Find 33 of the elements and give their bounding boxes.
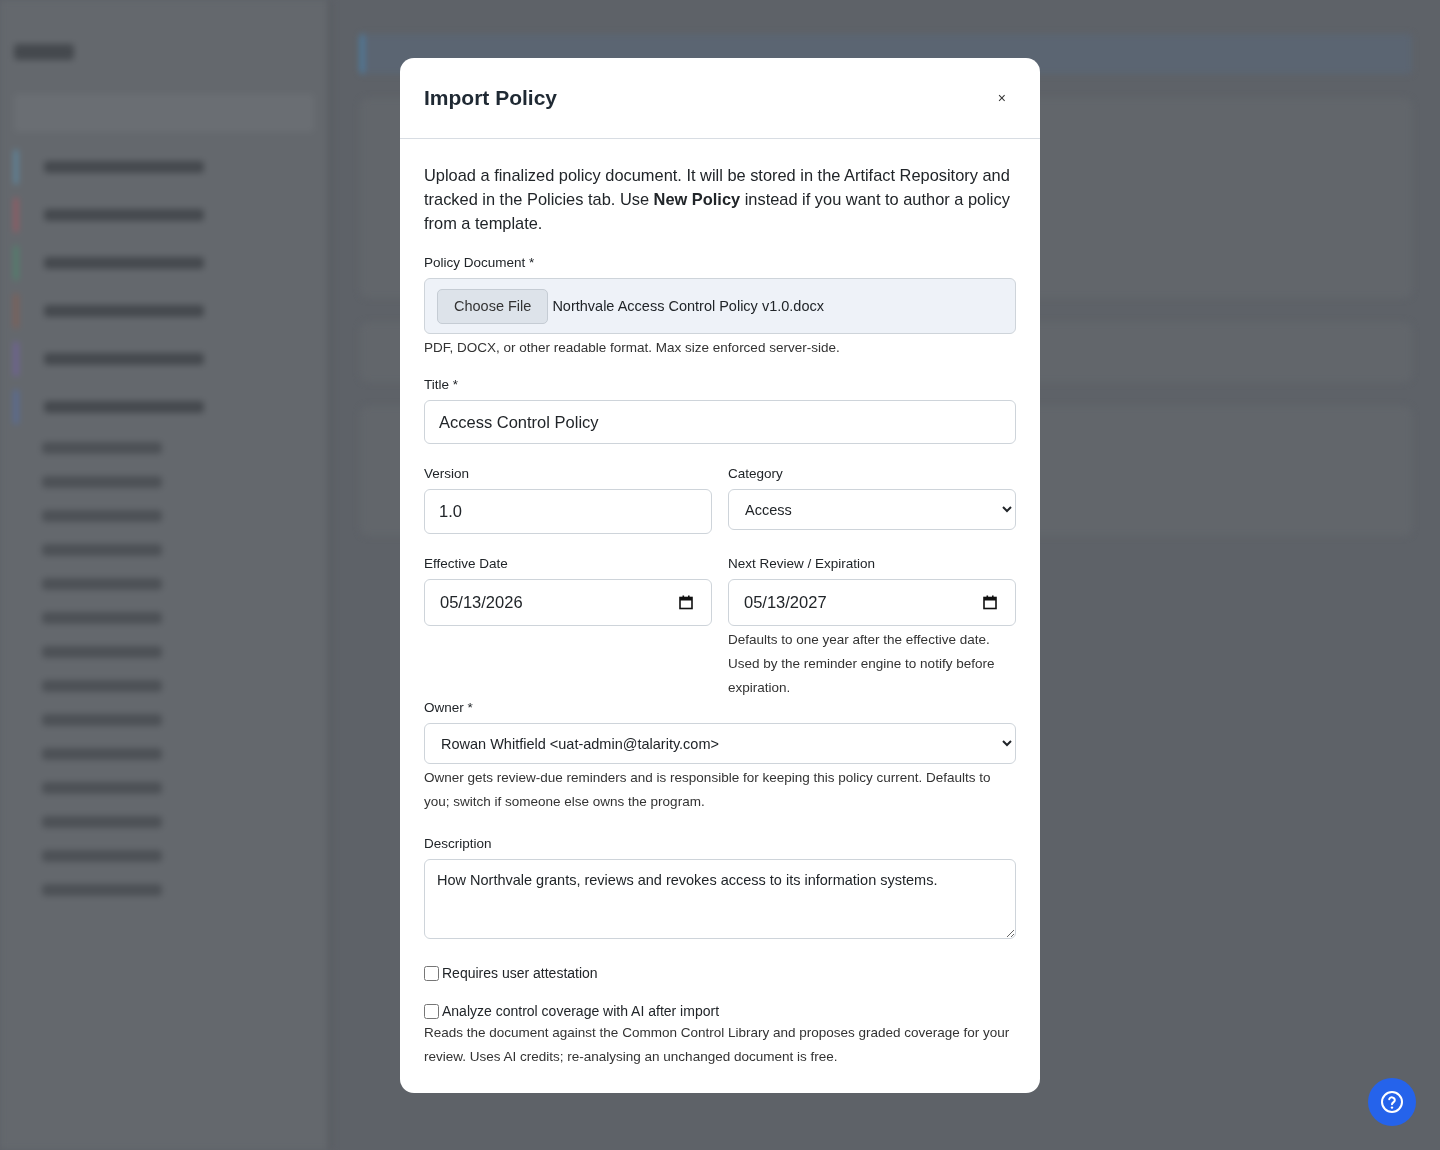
help-text: PDF, DOCX, or other readable format. Max size enforced server-side. bbox=[424, 340, 841, 355]
file-name: Northvale Access Control Policy v1.0.docx bbox=[552, 298, 824, 314]
field-label: Effective Date bbox=[424, 556, 509, 571]
checkbox[interactable] bbox=[424, 965, 439, 981]
checkbox[interactable] bbox=[424, 1003, 439, 1019]
effective-date-input[interactable]: 05/13/2026 bbox=[424, 579, 712, 626]
field-label: Policy Document * bbox=[424, 255, 536, 270]
version-input[interactable]: 1.0 bbox=[424, 489, 712, 534]
field-label: Title * bbox=[424, 377, 459, 392]
field-label: Owner * bbox=[424, 700, 474, 715]
title-input[interactable]: Access Control Policy bbox=[424, 400, 1016, 444]
help-text: Defaults to one year after the effective date. Used by the reminder engine to notify before expiration. bbox=[728, 631, 996, 697]
field-label: Category bbox=[728, 466, 784, 481]
calendar-icon[interactable] bbox=[679, 595, 693, 610]
intro-text: Upload a finalized policy document. It will be stored in the Artifact Repository and tracked in the Policies tab. Use New Policy instead if you want to author a policy from a template. bbox=[424, 165, 1011, 234]
field-label: Next Review / Expiration bbox=[728, 556, 877, 571]
file-input-field[interactable]: Choose File Northvale Access Control Policy v1.0.docx bbox=[424, 278, 1016, 334]
help-text: Reads the document against the Common Control Library and proposes graded coverage for your review. Uses AI credits; re-analysing an unchanged document is free. bbox=[424, 1024, 1011, 1066]
checkbox-label: Requires user attestation bbox=[442, 965, 598, 981]
field-label: Version bbox=[424, 466, 471, 481]
checkbox-label: Analyze control coverage with AI after import bbox=[442, 1003, 720, 1019]
help-text: Owner gets review-due reminders and is responsible for keeping this policy current. Defaults to you; switch if someone else owns the program. bbox=[424, 769, 992, 811]
field-label: Description bbox=[424, 836, 493, 851]
owner-select[interactable]: Rowan Whitfield <uat-admin@talarity.com> bbox=[424, 723, 1016, 764]
dialog-title: Import Policy bbox=[424, 86, 558, 110]
question-icon bbox=[1380, 1090, 1404, 1114]
choose-file-button[interactable]: Choose File bbox=[437, 288, 549, 324]
description-textarea[interactable]: How Northvale grants, reviews and revokes access to its information systems. bbox=[424, 859, 1016, 939]
next-review-date-input[interactable]: 05/13/2027 bbox=[728, 579, 1016, 626]
help-button[interactable] bbox=[1368, 1078, 1416, 1126]
calendar-icon[interactable] bbox=[983, 595, 997, 610]
category-select[interactable]: Access bbox=[728, 489, 1016, 530]
close-button[interactable]: × bbox=[993, 88, 1010, 108]
